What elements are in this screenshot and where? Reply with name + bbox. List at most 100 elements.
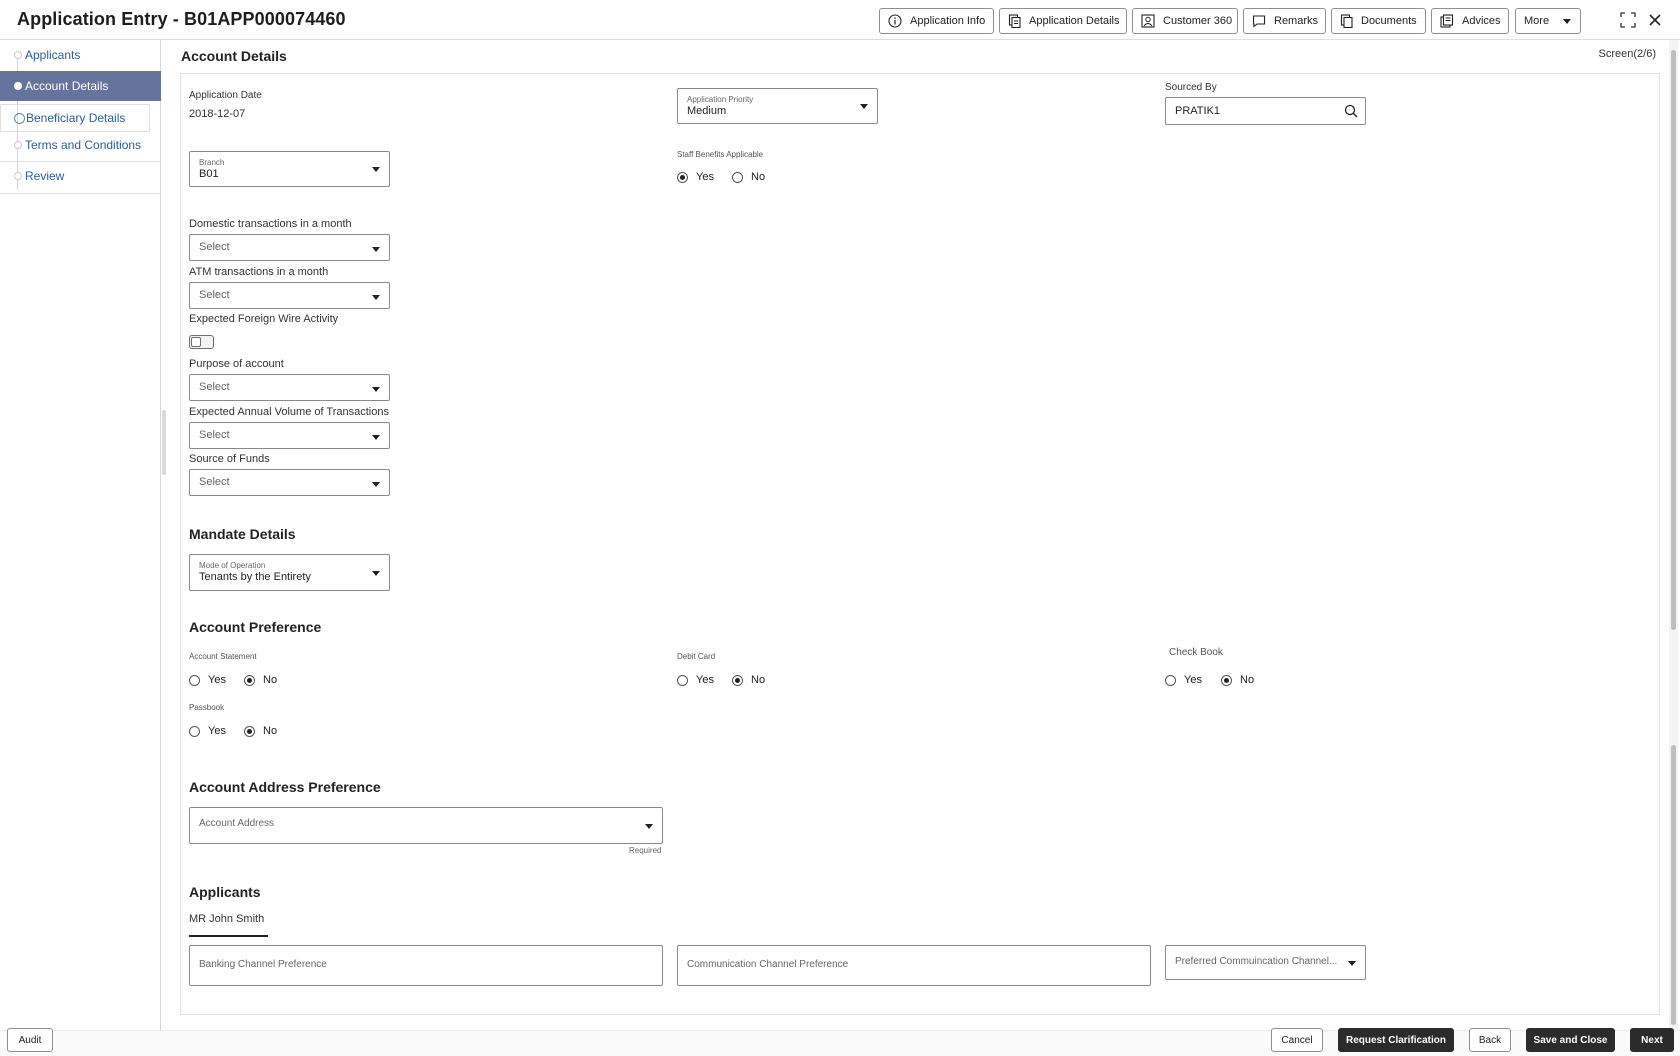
remarks-button[interactable]: Remarks [1243,8,1326,34]
documents-icon [1340,14,1353,28]
radio-label: No [1240,674,1255,686]
advices-button[interactable]: Advices [1431,8,1509,34]
sidebar-item-label: Terms and Conditions [25,138,142,152]
debit-card-label: Debit Card [677,652,716,661]
mode-of-operation-label: Mode of Operation [199,561,266,570]
application-priority-select[interactable]: Application Priority Medium [677,88,878,124]
atm-transactions-select[interactable]: Select [189,282,390,309]
application-priority-value: Medium [687,105,727,117]
account-preference-heading: Account Preference [189,619,322,635]
check-book-no-radio[interactable]: No [1221,674,1254,686]
applicants-heading: Applicants [189,884,261,900]
cancel-button[interactable]: Cancel [1271,1028,1323,1052]
documents-button[interactable]: Documents [1331,8,1426,34]
advices-label: Advices [1462,15,1501,27]
page-title: Application Entry - B01APP000074460 [17,9,346,29]
main-content: Account Details Screen(2/6) Application … [172,40,1666,1030]
preferred-communication-channel-select[interactable]: Preferred Commuincation Channel... [1165,945,1366,980]
comment-icon [1252,15,1266,28]
chevron-down-icon [372,295,380,300]
sidebar-item-beneficiary-details[interactable]: Beneficiary Details [0,104,150,132]
applicant-tab-john-smith[interactable]: MR John Smith [189,913,264,925]
header-bar: Application Entry - B01APP000074460 Appl… [0,0,1680,40]
annual-volume-label: Expected Annual Volume of Transactions [189,406,389,418]
step-dot-icon [14,82,22,90]
radio-label: No [751,171,766,183]
section-title: Account Details [181,48,287,64]
back-button[interactable]: Back [1469,1028,1511,1052]
debit-card-no-radio[interactable]: No [732,674,765,686]
staff-benefits-yes-radio[interactable]: Yes [677,171,714,183]
application-date-label: Application Date [189,90,262,101]
radio-selected-icon [732,674,743,686]
chevron-down-icon [1348,961,1356,966]
chevron-down-icon [372,571,380,576]
chevron-down-icon [372,387,380,392]
foreign-wire-toggle[interactable] [189,335,214,349]
account-details-form: Application Date 2018-12-07 Application … [180,73,1660,1015]
communication-channel-preference-field[interactable]: Communication Channel Preference [677,945,1151,986]
staff-benefits-no-radio[interactable]: No [732,171,765,183]
branch-select[interactable]: Branch B01 [189,151,390,187]
more-dropdown-button[interactable]: More [1515,8,1581,34]
scrollbar-thumb[interactable] [1671,50,1676,630]
radio-label: Yes [208,725,226,737]
source-of-funds-select[interactable]: Select [189,469,390,496]
documents-label: Documents [1361,15,1417,27]
application-details-button[interactable]: Application Details [999,8,1127,34]
close-icon[interactable] [1645,10,1665,30]
search-icon[interactable] [1344,104,1358,118]
annual-volume-select[interactable]: Select [189,422,390,449]
document-icon [1008,14,1021,28]
audit-button[interactable]: Audit [7,1028,53,1052]
domestic-transactions-label: Domestic transactions in a month [189,218,352,230]
account-statement-no-radio[interactable]: No [244,674,277,686]
branch-label: Branch [199,158,225,167]
radio-unselected-icon [189,674,200,686]
sourced-by-value: PRATIK1 [1175,105,1221,117]
required-hint: Required [629,846,662,855]
sidebar-item-account-details[interactable]: Account Details [0,71,161,101]
sidebar-item-terms-and-conditions[interactable]: Terms and Conditions [0,130,161,160]
select-placeholder: Select [199,289,230,301]
application-details-label: Application Details [1029,15,1120,27]
purpose-of-account-select[interactable]: Select [189,374,390,401]
expand-icon[interactable] [1618,10,1638,30]
radio-unselected-icon [677,674,688,686]
radio-label: Yes [696,171,714,183]
step-navigation-sidebar: Applicants Account Details Beneficiary D… [0,40,161,1030]
request-clarification-button[interactable]: Request Clarification [1338,1028,1454,1052]
sidebar-item-applicants[interactable]: Applicants [0,40,161,70]
mode-of-operation-select[interactable]: Mode of Operation Tenants by the Entiret… [189,554,390,591]
account-address-select[interactable]: Account Address [189,807,663,844]
customer-360-button[interactable]: Customer 360 [1132,8,1238,34]
radio-unselected-icon [189,725,200,737]
step-dot-icon [14,141,22,149]
account-statement-yes-radio[interactable]: Yes [189,674,226,686]
radio-selected-icon [244,725,255,737]
sidebar-resize-handle[interactable] [162,410,166,475]
check-book-label: Check Book [1169,647,1223,658]
chevron-down-icon [372,435,380,440]
account-statement-label: Account Statement [189,652,257,661]
banking-channel-preference-field[interactable]: Banking Channel Preference [189,945,663,986]
mode-of-operation-value: Tenants by the Entirety [199,571,311,583]
save-and-close-button[interactable]: Save and Close [1526,1028,1615,1052]
sourced-by-input[interactable]: PRATIK1 [1165,97,1366,125]
banking-channel-placeholder: Banking Channel Preference [199,959,327,970]
passbook-no-radio[interactable]: No [244,725,277,737]
domestic-transactions-select[interactable]: Select [189,234,390,261]
sidebar-divider [0,193,161,194]
debit-card-yes-radio[interactable]: Yes [677,674,714,686]
application-info-button[interactable]: Application Info [879,8,994,34]
radio-label: No [263,674,278,686]
main-scrollbar[interactable] [1669,40,1678,1030]
sidebar-item-review[interactable]: Review [0,161,161,191]
sidebar-item-label: Review [25,169,65,183]
passbook-yes-radio[interactable]: Yes [189,725,226,737]
check-book-yes-radio[interactable]: Yes [1165,674,1202,686]
next-button[interactable]: Next [1630,1028,1674,1052]
scrollbar-thumb-lower[interactable] [1671,745,1676,1025]
radio-label: No [263,725,278,737]
sourced-by-label: Sourced By [1165,82,1217,93]
